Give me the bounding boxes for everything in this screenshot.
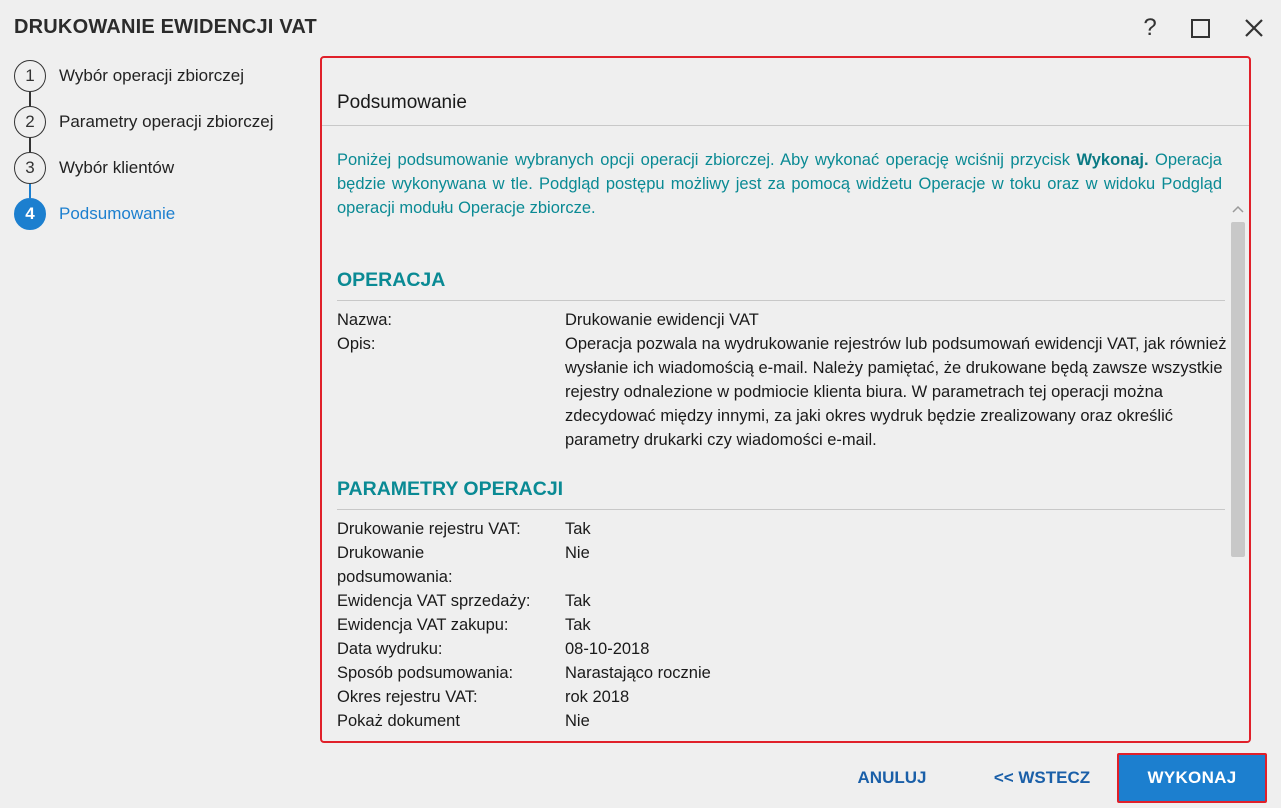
param-row: Sposób podsumowania: Narastająco rocznie bbox=[337, 661, 1242, 685]
detail-value: Drukowanie ewidencji VAT bbox=[565, 311, 759, 329]
param-value: Narastająco rocznie bbox=[565, 664, 711, 682]
wizard-step-3[interactable]: 3 Wybór klientów bbox=[14, 152, 174, 184]
param-row: Pokaż dokument Nie bbox=[337, 709, 1242, 733]
maximize-icon[interactable] bbox=[1184, 12, 1216, 44]
summary-panel: Podsumowanie Poniżej podsumowanie wybran… bbox=[320, 56, 1251, 743]
operation-details: Nazwa: Drukowanie ewidencji VAT Opis: Op… bbox=[337, 308, 1242, 452]
vertical-scrollbar[interactable] bbox=[1227, 198, 1249, 741]
help-icon[interactable]: ? bbox=[1134, 12, 1166, 44]
param-row: Data wydruku: 08-10-2018 bbox=[337, 637, 1242, 661]
param-value: rok 2018 bbox=[565, 688, 630, 706]
run-button[interactable]: WYKONAJ bbox=[1117, 753, 1267, 803]
intro-bold: Wykonaj. bbox=[1076, 151, 1149, 169]
param-key: Sposób podsumowania: bbox=[337, 664, 514, 682]
detail-row: Opis: Operacja pozwala na wydrukowanie r… bbox=[337, 332, 1242, 452]
step-number: 3 bbox=[14, 152, 46, 184]
scrollbar-thumb[interactable] bbox=[1231, 222, 1245, 557]
param-key: Okres rejestru VAT: bbox=[337, 688, 478, 706]
step-connector bbox=[29, 138, 31, 152]
detail-row: Nazwa: Drukowanie ewidencji VAT bbox=[337, 308, 1242, 332]
step-label: Parametry operacji zbiorczej bbox=[59, 112, 274, 131]
close-icon[interactable] bbox=[1238, 12, 1270, 44]
param-row: Ewidencja VAT sprzedaży: Tak bbox=[337, 589, 1242, 613]
intro-text: Poniżej podsumowanie wybranych opcji ope… bbox=[337, 151, 1077, 169]
param-key: Drukowanie podsumowania: bbox=[337, 544, 453, 586]
step-label: Wybór klientów bbox=[59, 158, 175, 177]
parameters-heading: PARAMETRY OPERACJI bbox=[337, 478, 564, 500]
step-connector bbox=[29, 92, 31, 106]
detail-key: Opis: bbox=[337, 335, 376, 353]
step-number: 2 bbox=[14, 106, 46, 138]
param-value: Tak bbox=[565, 520, 591, 538]
parameter-details: Drukowanie rejestru VAT: Tak Drukowanie … bbox=[337, 517, 1242, 733]
param-value: Nie bbox=[565, 544, 590, 562]
detail-value: Operacja pozwala na wydrukowanie rejestr… bbox=[565, 335, 1227, 449]
param-value: Tak bbox=[565, 592, 591, 610]
step-label: Podsumowanie bbox=[59, 204, 176, 223]
wizard-step-2[interactable]: 2 Parametry operacji zbiorczej bbox=[14, 106, 273, 138]
step-number: 1 bbox=[14, 60, 46, 92]
detail-key: Nazwa: bbox=[337, 311, 393, 329]
operation-heading: OPERACJA bbox=[337, 269, 446, 291]
step-connector bbox=[29, 184, 31, 198]
param-value: Tak bbox=[565, 616, 591, 634]
scroll-up-icon[interactable] bbox=[1227, 200, 1249, 218]
panel-title: Podsumowanie bbox=[337, 92, 467, 113]
summary-intro: Poniżej podsumowanie wybranych opcji ope… bbox=[337, 148, 1222, 220]
param-key: Pokaż dokument bbox=[337, 712, 460, 730]
param-key: Data wydruku: bbox=[337, 640, 443, 658]
panel-header: Podsumowanie bbox=[322, 58, 1249, 126]
step-label: Wybór operacji zbiorczej bbox=[59, 66, 245, 85]
param-row: Ewidencja VAT zakupu: Tak bbox=[337, 613, 1242, 637]
param-key: Drukowanie rejestru VAT: bbox=[337, 520, 521, 538]
cancel-button[interactable]: ANULUJ bbox=[842, 766, 942, 790]
back-button[interactable]: << WSTECZ bbox=[982, 766, 1102, 790]
wizard-step-4[interactable]: 4 Podsumowanie bbox=[14, 198, 175, 230]
divider bbox=[337, 300, 1225, 301]
param-key: Ewidencja VAT zakupu: bbox=[337, 616, 509, 634]
param-row: Drukowanie podsumowania: Nie bbox=[337, 541, 1242, 589]
wizard-step-1[interactable]: 1 Wybór operacji zbiorczej bbox=[14, 60, 244, 92]
title-bar: DRUKOWANIE EWIDENCJI VAT ? bbox=[0, 0, 1281, 56]
param-value: 08-10-2018 bbox=[565, 640, 650, 658]
window-title: DRUKOWANIE EWIDENCJI VAT bbox=[14, 16, 317, 38]
param-row: Drukowanie rejestru VAT: Tak bbox=[337, 517, 1242, 541]
step-number: 4 bbox=[14, 198, 46, 230]
param-row: Okres rejestru VAT: rok 2018 bbox=[337, 685, 1242, 709]
param-key: Ewidencja VAT sprzedaży: bbox=[337, 592, 531, 610]
param-value: Nie bbox=[565, 712, 590, 730]
divider bbox=[337, 509, 1225, 510]
